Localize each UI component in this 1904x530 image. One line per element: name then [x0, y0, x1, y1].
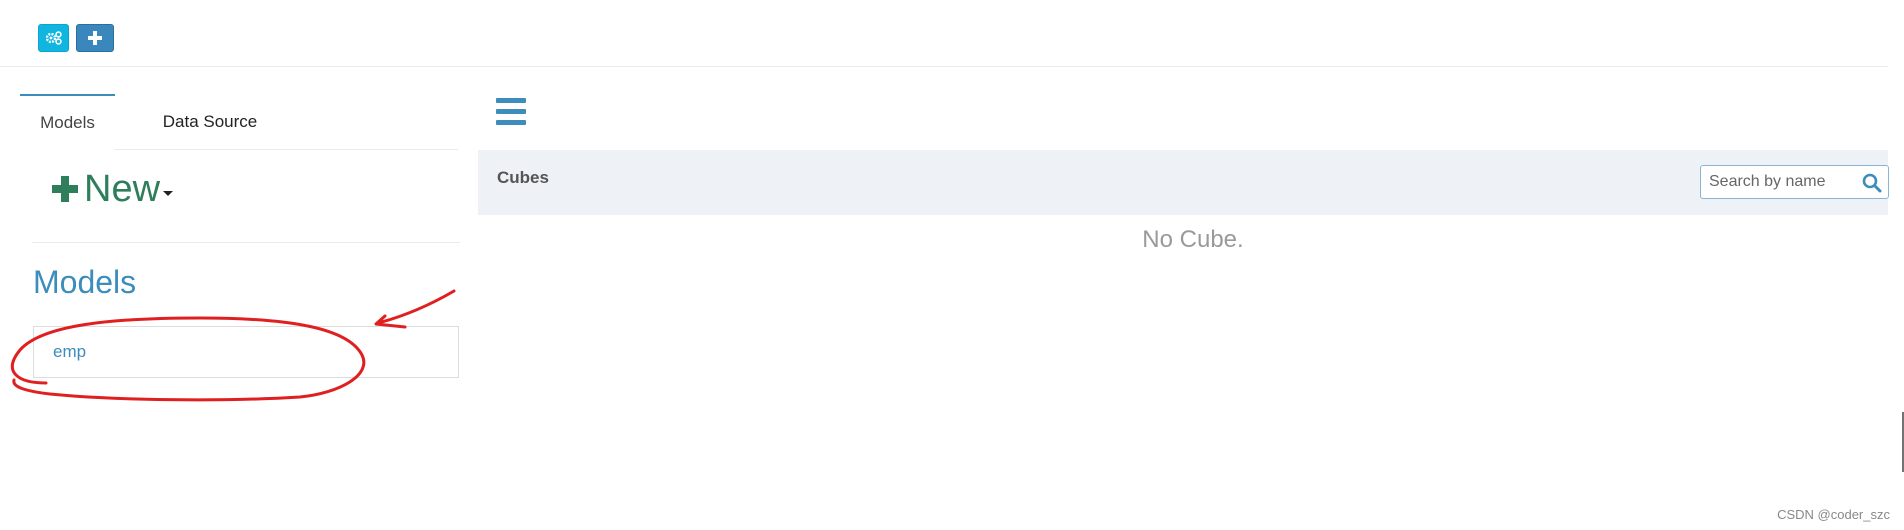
watermark: CSDN @coder_szc: [1777, 507, 1890, 522]
caret-down-icon: [163, 190, 174, 196]
panel-tabs: Models Data Source: [20, 94, 458, 150]
plus-icon: [52, 176, 78, 202]
cubes-title: Cubes: [497, 168, 549, 187]
empty-cubes-message: No Cube.: [1142, 226, 1244, 253]
hamburger-menu-icon[interactable]: [496, 98, 526, 126]
plus-icon: [88, 31, 102, 45]
tab-data-source[interactable]: Data Source: [140, 94, 280, 149]
model-item-emp[interactable]: emp: [33, 326, 459, 378]
cubes-header: Cubes: [478, 150, 1889, 215]
search-input[interactable]: [1701, 166, 1867, 198]
cogs-icon: [45, 31, 62, 45]
search-icon[interactable]: [1862, 173, 1882, 193]
top-toolbar: [0, 0, 1888, 67]
add-button[interactable]: [76, 24, 114, 52]
models-panel: Models Data Source New Models emp: [20, 94, 460, 530]
new-dropdown-button[interactable]: New: [52, 167, 174, 211]
settings-button[interactable]: [38, 24, 69, 52]
new-button-label: New: [84, 167, 161, 210]
search-box: [1700, 165, 1889, 199]
divider: [32, 242, 460, 243]
scrollbar-edge: [1902, 412, 1904, 472]
model-name: emp: [53, 342, 87, 361]
models-section-title: Models: [33, 264, 137, 300]
tab-models[interactable]: Models: [20, 94, 115, 150]
